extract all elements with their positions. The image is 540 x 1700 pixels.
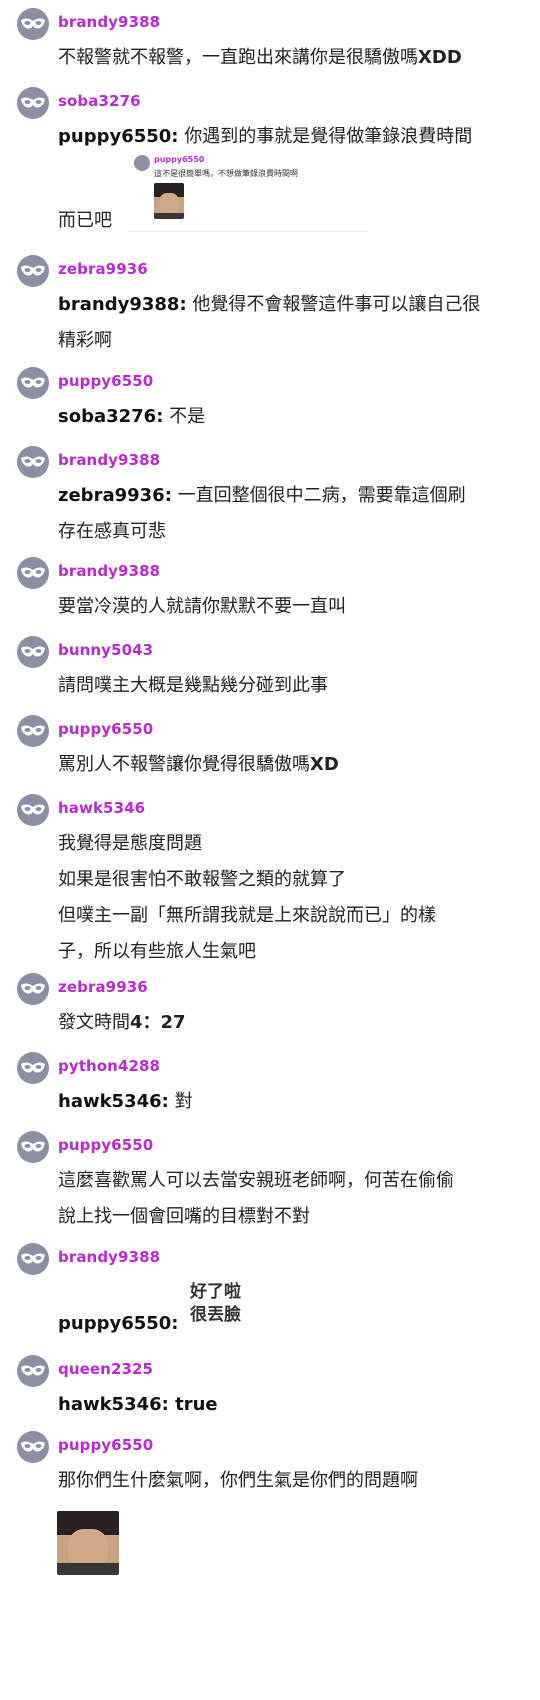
- username[interactable]: brandy9388: [58, 1248, 160, 1266]
- comment-text: 但噗主一副「無所謂我就是上來說說而已」的樣: [58, 905, 436, 926]
- comment-text: true: [168, 1394, 218, 1415]
- comment-text: 精彩啊: [58, 330, 112, 351]
- comment-text: 子，所以有些旅人生氣吧: [58, 941, 256, 962]
- anonymous-mask-avatar[interactable]: [17, 367, 49, 399]
- comment-text: 而已吧: [58, 210, 112, 231]
- comment-text: 說上找一個會回嘴的目標對不對: [58, 1206, 310, 1227]
- comment-text: 不報警就不報警，一直跑出來講你是很驕傲嗎: [58, 47, 418, 68]
- anonymous-mask-avatar[interactable]: [17, 557, 49, 589]
- sticker-text: 很丟臉: [190, 1305, 241, 1325]
- comment-text: 對: [168, 1091, 193, 1112]
- anonymous-mask-avatar[interactable]: [17, 1355, 49, 1387]
- mention-link[interactable]: hawk5346:: [58, 1394, 169, 1415]
- username[interactable]: bunny5043: [58, 641, 153, 659]
- username[interactable]: brandy9388: [58, 451, 160, 469]
- comment-text: ：: [142, 1012, 161, 1033]
- comment-text: 存在感真可悲: [58, 521, 166, 542]
- comment-text: 4: [130, 1012, 143, 1033]
- anonymous-mask-avatar[interactable]: [17, 794, 49, 826]
- username[interactable]: puppy6550: [58, 1136, 153, 1154]
- username[interactable]: puppy6550: [58, 1436, 153, 1454]
- comment-text: 你遇到的事就是覺得做筆錄浪費時間: [178, 126, 473, 147]
- comment-body: 不報警就不報警，一直跑出來講你是很驕傲嗎XDD: [58, 40, 528, 76]
- anonymous-mask-avatar[interactable]: [17, 1243, 49, 1275]
- comment-body: hawk5346: true: [58, 1387, 528, 1423]
- mention-link[interactable]: brandy9388:: [58, 294, 187, 315]
- anonymous-mask-avatar[interactable]: [17, 973, 49, 1005]
- comment-text: 我覺得是態度問題: [58, 833, 202, 854]
- comment-text: 那你們生什麼氣啊，你們生氣是你們的問題啊: [58, 1470, 418, 1491]
- anonymous-mask-avatar[interactable]: [17, 715, 49, 747]
- embedded-avatar: [134, 155, 150, 171]
- username[interactable]: zebra9936: [58, 260, 148, 278]
- comment-feed: brandy9388 不報警就不報警，一直跑出來講你是很驕傲嗎XDD soba3…: [0, 0, 540, 1700]
- mention-link[interactable]: puppy6550:: [58, 1313, 179, 1334]
- comment-text: 一直回整個很中二病，需要靠這個刷: [171, 485, 466, 506]
- attached-face-photo[interactable]: [57, 1511, 119, 1575]
- comment-text: 發文時間: [58, 1012, 130, 1033]
- sticker-text: 好了啦: [190, 1282, 241, 1302]
- comment-text: 27: [160, 1012, 186, 1033]
- comment-text: 這麼喜歡罵人可以去當安親班老師啊，何苦在偷偷: [58, 1170, 454, 1191]
- comment-body: 發文時間4：27: [58, 1005, 528, 1041]
- comment-body: 這麼喜歡罵人可以去當安親班老師啊，何苦在偷偷 說上找一個會回嘴的目標對不對: [58, 1163, 528, 1235]
- embedded-username: puppy6550: [154, 155, 205, 164]
- comment-body: 那你們生什麼氣啊，你們生氣是你們的問題啊: [58, 1463, 528, 1499]
- comment-text: XDD: [418, 47, 462, 68]
- embedded-text: 這不是很簡單嗎，不想做筆錄浪費時間啊: [154, 169, 298, 178]
- comment-text: 如果是很害怕不敢報警之類的就算了: [58, 869, 346, 890]
- anonymous-mask-avatar[interactable]: [17, 1131, 49, 1163]
- comment-body: 罵別人不報警讓你覺得很驕傲嗎XD: [58, 747, 528, 783]
- anonymous-mask-avatar[interactable]: [17, 446, 49, 478]
- comment-body: 我覺得是態度問題 如果是很害怕不敢報警之類的就算了 但噗主一副「無所謂我就是上來…: [58, 826, 528, 970]
- sticker-image[interactable]: 好了啦 很丟臉: [190, 1281, 241, 1327]
- mention-link[interactable]: zebra9936:: [58, 485, 172, 506]
- username[interactable]: queen2325: [58, 1360, 153, 1378]
- anonymous-mask-avatar[interactable]: [17, 1431, 49, 1463]
- comment-body: soba3276: 不是: [58, 399, 528, 435]
- mention-link[interactable]: soba3276:: [58, 406, 163, 427]
- comment-text: 不是: [163, 406, 206, 427]
- comment-text: 請問噗主大概是幾點幾分碰到此事: [58, 675, 328, 696]
- mention-link[interactable]: puppy6550:: [58, 126, 179, 147]
- username[interactable]: puppy6550: [58, 720, 153, 738]
- mention-link[interactable]: hawk5346:: [58, 1091, 169, 1112]
- username[interactable]: zebra9936: [58, 978, 148, 996]
- comment-text: XD: [310, 754, 339, 775]
- username[interactable]: brandy9388: [58, 13, 160, 31]
- comment-body: zebra9936: 一直回整個很中二病，需要靠這個刷 存在感真可悲: [58, 478, 528, 550]
- comment-body: hawk5346: 對: [58, 1084, 528, 1120]
- username[interactable]: soba3276: [58, 92, 141, 110]
- comment-text: 他覺得不會報警這件事可以讓自己很: [186, 294, 481, 315]
- comment-text: 罵別人不報警讓你覺得很驕傲嗎: [58, 754, 310, 775]
- username[interactable]: python4288: [58, 1057, 160, 1075]
- comment-body: brandy9388: 他覺得不會報警這件事可以讓自己很 精彩啊: [58, 287, 528, 359]
- anonymous-mask-avatar[interactable]: [17, 255, 49, 287]
- username[interactable]: brandy9388: [58, 562, 160, 580]
- anonymous-mask-avatar[interactable]: [17, 636, 49, 668]
- comment-body: 請問噗主大概是幾點幾分碰到此事: [58, 668, 528, 704]
- comment-body: 而已吧: [58, 203, 528, 239]
- username[interactable]: puppy6550: [58, 372, 153, 390]
- comment-text: 要當冷漠的人就請你默默不要一直叫: [58, 596, 346, 617]
- anonymous-mask-avatar[interactable]: [17, 8, 49, 40]
- anonymous-mask-avatar[interactable]: [17, 1052, 49, 1084]
- comment-body: 要當冷漠的人就請你默默不要一直叫: [58, 589, 528, 625]
- anonymous-mask-avatar[interactable]: [17, 87, 49, 119]
- comment-body: puppy6550:: [58, 1306, 528, 1342]
- username[interactable]: hawk5346: [58, 799, 145, 817]
